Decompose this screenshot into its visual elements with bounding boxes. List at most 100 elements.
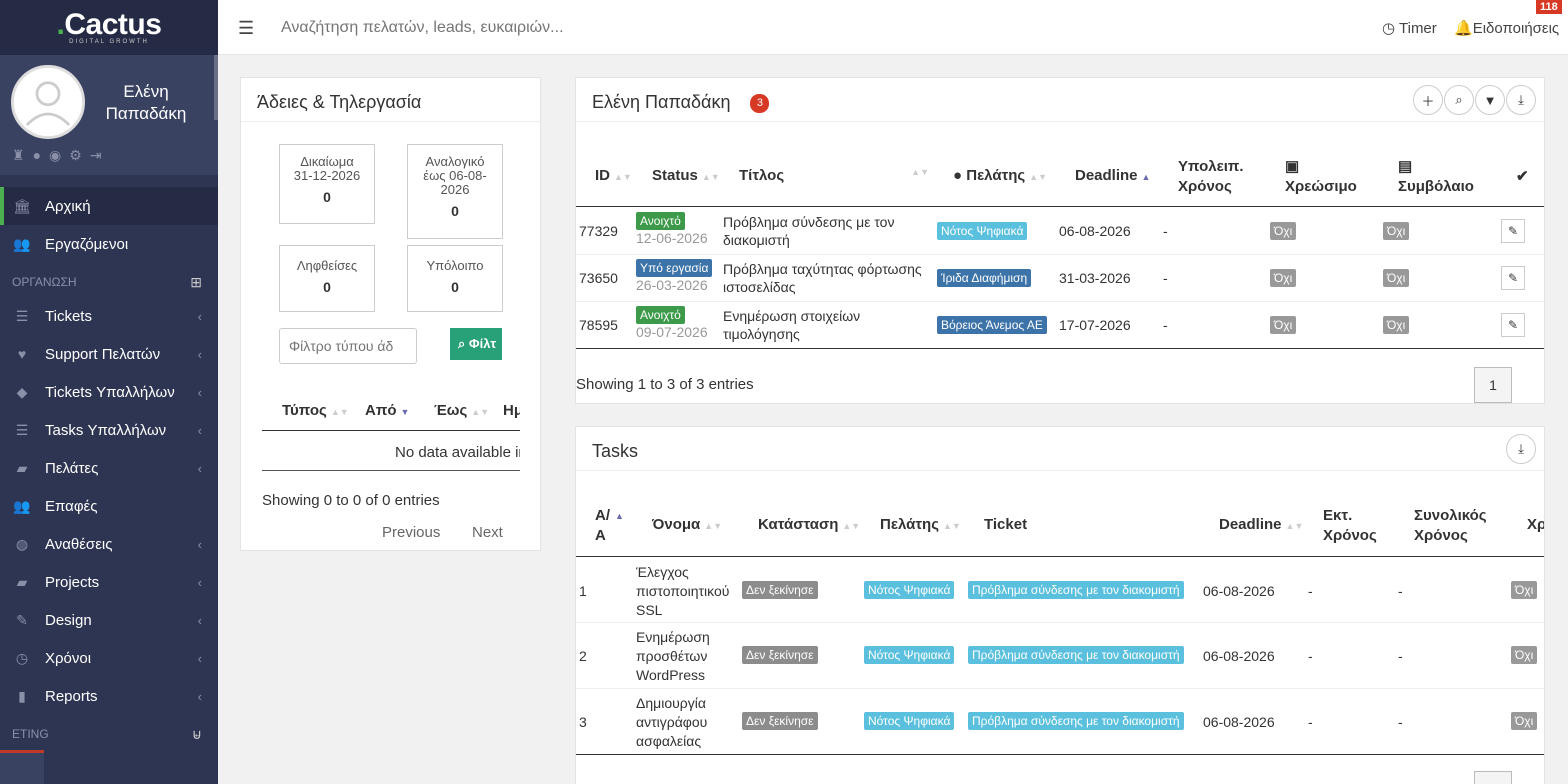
ticket-badge[interactable]: Πρόβλημα σύνδεσης με τον διακομιστή [968, 581, 1184, 599]
brand-logo[interactable]: .Cactus DIGITAL GROWTH [0, 0, 218, 55]
user-icon[interactable]: ● [33, 147, 41, 164]
client-badge[interactable]: Νότος Ψηφιακά [864, 581, 955, 599]
page-button[interactable] [1474, 771, 1512, 784]
col-check[interactable]: ✔ [1516, 167, 1529, 185]
task-state: Δεν ξεκίνησε [742, 581, 818, 599]
col-deadline[interactable]: Deadline ▲ [1075, 167, 1150, 184]
sidebar-item-επαφές[interactable]: 👥 Επαφές [0, 487, 218, 525]
task-name[interactable]: Έλεγχος πιστοποιητικού SSL [636, 563, 736, 620]
ticket-badge[interactable]: Πρόβλημα σύνδεσης με τον διακομιστή [968, 646, 1184, 664]
filter-toggle-button[interactable]: ▼ [1475, 85, 1505, 115]
chevron-left-icon: ‹ [197, 574, 202, 590]
col-label: Κατάσταση [758, 516, 839, 533]
sidebar-item-tasks-υπαλλήλων[interactable]: ☰ Tasks Υπαλλήλων ‹ [0, 411, 218, 449]
eye-icon[interactable]: ◉ [49, 147, 61, 164]
col-title[interactable]: Τίτλος ▲▼ [739, 167, 929, 184]
col-status[interactable]: Status ▲▼ [652, 167, 720, 184]
tickets-title: Ελένη Παπαδάκη 3 [592, 92, 770, 113]
edit-button[interactable]: ✎ [1501, 266, 1525, 290]
client-badge[interactable]: Νότος Ψηφιακά [937, 222, 1028, 240]
user-actions: ♜ ● ◉ ⚙ ⇥ [12, 147, 102, 164]
leave-info: Showing 0 to 0 of 0 entries [262, 492, 440, 509]
ticket-id[interactable]: 73650 [579, 270, 618, 286]
chess-icon[interactable]: ♜ [12, 147, 25, 164]
add-button[interactable]: ＋ [1413, 85, 1443, 115]
search-button[interactable]: ⌕ [1444, 85, 1474, 115]
sidebar-item-design[interactable]: ✎ Design ‹ [0, 601, 218, 639]
sidebar-item-πελάτες[interactable]: ▰ Πελάτες ‹ [0, 449, 218, 487]
menu-toggle-icon[interactable]: ☰ [238, 18, 254, 39]
ticket-title[interactable]: Πρόβλημα σύνδεσης με τον διακομιστή [723, 213, 928, 249]
next-button[interactable]: Next [472, 524, 503, 541]
chevron-left-icon: ‹ [197, 422, 202, 438]
ticket-created-date: 26-03-2026 [636, 277, 708, 293]
timer-button[interactable]: ◷ Timer [1382, 19, 1437, 37]
col-ticket[interactable]: Ticket [984, 516, 1027, 533]
sidebar-item-εργαζόμενοι[interactable]: 👥 Εργαζόμενοι [0, 225, 218, 263]
clock-icon: ◷ [15, 649, 29, 666]
sidebar-item-χρόνοι[interactable]: ◷ Χρόνοι ‹ [0, 639, 218, 677]
col-state[interactable]: Κατάσταση ▲▼ [758, 516, 860, 533]
col-aa[interactable]: Α/Α▲ [595, 506, 624, 546]
leave-type-filter-input[interactable] [279, 328, 417, 364]
col-date[interactable]: Ημ [503, 402, 520, 419]
ticket-title[interactable]: Πρόβλημα ταχύτητας φόρτωσης ιστοσελίδας [723, 260, 928, 296]
col-to[interactable]: Έως ▲▼ [434, 402, 489, 419]
col-est[interactable]: Εκτ. Χρόνος [1323, 506, 1383, 546]
task-name[interactable]: Ενημέρωση προσθέτων WordPress [636, 628, 736, 685]
col-xr[interactable]: Χρ [1527, 516, 1544, 533]
col-name[interactable]: Όνομα ▲▼ [652, 516, 722, 533]
avatar[interactable] [11, 65, 85, 139]
col-client[interactable]: Πελάτης ▲▼ [880, 516, 961, 533]
notifications-button[interactable]: 🔔Ειδοποιήσεις [1454, 19, 1559, 37]
ticket-badge[interactable]: Πρόβλημα σύνδεσης με τον διακομιστή [968, 712, 1184, 730]
col-from[interactable]: Από ▼ [365, 402, 409, 419]
task-ticket: Πρόβλημα σύνδεσης με τον διακομιστή [968, 646, 1184, 664]
filter-button[interactable]: ⌕ Φίλτ [450, 328, 502, 360]
sidebar-bottom-badge[interactable] [0, 750, 44, 784]
sidebar-item-tickets-υπαλλήλων[interactable]: ◆ Tickets Υπαλλήλων ‹ [0, 373, 218, 411]
sidebar-item-αναθέσεις[interactable]: ◍ Αναθέσεις ‹ [0, 525, 218, 563]
col-label: Συνολικός Χρόνος [1414, 507, 1487, 544]
logout-icon[interactable]: ⇥ [90, 147, 102, 164]
client-badge[interactable]: Βόρειος Άνεμος ΑΕ [937, 316, 1047, 334]
search-input[interactable] [281, 12, 921, 44]
basket-icon[interactable]: ⊌ [192, 726, 202, 743]
page-button[interactable]: 1 [1474, 367, 1512, 403]
sidebar-item-support-πελατών[interactable]: ♥ Support Πελατών ‹ [0, 335, 218, 373]
sidebar-item-αρχική[interactable]: 🏛 Αρχική [0, 187, 218, 225]
gear-icon[interactable]: ⚙ [69, 147, 82, 164]
col-label: Χρ [1527, 516, 1544, 533]
sitemap-icon[interactable]: ⊞ [190, 274, 202, 291]
download-button[interactable]: ⤓ [1506, 434, 1536, 464]
col-total[interactable]: Συνολικός Χρόνος [1414, 506, 1494, 546]
sidebar-header-label: ΟΡΓΑΝΩΣΗ [12, 275, 77, 289]
client-badge[interactable]: Νότος Ψηφιακά [864, 712, 955, 730]
client-badge[interactable]: Ίριδα Διαφήμιση [937, 269, 1032, 287]
edit-button[interactable]: ✎ [1501, 313, 1525, 337]
task-name[interactable]: Δημιουργία αντιγράφου ασφαλείας [636, 694, 736, 751]
state-badge: Δεν ξεκίνησε [742, 646, 818, 664]
sidebar-item-tickets[interactable]: ☰ Tickets ‹ [0, 297, 218, 335]
sidebar-item-projects[interactable]: ▰ Projects ‹ [0, 563, 218, 601]
col-label: Deadline [1075, 167, 1138, 184]
col-billable[interactable]: ▣ Χρεώσιμο [1285, 157, 1357, 197]
col-contract[interactable]: ▤ Συμβόλαιο [1398, 157, 1474, 197]
sidebar-scrollbar[interactable] [214, 55, 218, 120]
client-badge[interactable]: Νότος Ψηφιακά [864, 646, 955, 664]
ticket-id[interactable]: 77329 [579, 223, 618, 239]
col-id[interactable]: ID ▲▼ [595, 167, 632, 184]
col-type[interactable]: Τύπος ▲▼ [282, 402, 349, 419]
col-deadline[interactable]: Deadline ▲▼ [1219, 516, 1303, 533]
ticket-status: Ανοιχτό 09-07-2026 [636, 306, 708, 340]
topbar: ☰ ◷ Timer 🔔Ειδοποιήσεις 118 [218, 0, 1568, 55]
previous-button[interactable]: Previous [382, 524, 440, 541]
sidebar-item-reports[interactable]: ▮ Reports ‹ [0, 677, 218, 715]
col-remaining[interactable]: Υπολειπ. Χρόνος [1178, 157, 1258, 197]
col-client[interactable]: ● Πελάτης ▲▼ [953, 167, 1047, 184]
ticket-title[interactable]: Ενημέρωση στοιχείων τιμολόγησης [723, 307, 928, 343]
download-icon: ⤓ [1518, 92, 1524, 107]
download-button[interactable]: ⤓ [1506, 85, 1536, 115]
edit-button[interactable]: ✎ [1501, 219, 1525, 243]
ticket-id[interactable]: 78595 [579, 317, 618, 333]
